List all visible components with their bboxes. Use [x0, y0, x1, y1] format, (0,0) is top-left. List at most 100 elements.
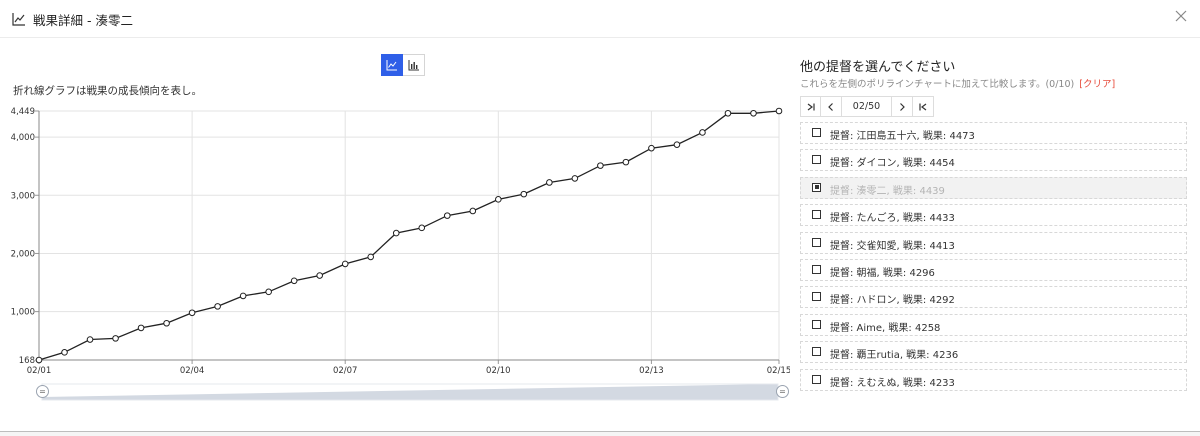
data-point	[673, 141, 681, 148]
data-point	[622, 158, 630, 166]
data-point	[86, 336, 94, 343]
zoom-slider-start-handle[interactable]: =	[36, 385, 49, 398]
chart-type-toggle	[381, 54, 425, 77]
clear-link[interactable]: [クリア]	[1079, 79, 1115, 90]
chart-description: 折れ線グラフは戦果の成長傾向を表し。	[13, 85, 202, 97]
admiral-list-item[interactable]: 提督: 交雀知愛, 戦果: 4413	[800, 231, 1187, 254]
data-point	[61, 349, 68, 356]
data-point	[546, 179, 553, 186]
prev-page-button[interactable]	[821, 96, 842, 117]
admiral-list-item[interactable]: 提督: ハドロン, 戦果: 4292	[800, 286, 1187, 309]
admiral-label: 提督: ダイコン, 戦果: 4454	[830, 158, 955, 170]
data-point	[35, 356, 43, 364]
x-tick-label: 02/15	[767, 366, 790, 376]
checkbox[interactable]	[812, 264, 821, 274]
data-point	[750, 109, 757, 117]
last-page-button[interactable]	[913, 96, 934, 117]
data-point	[571, 175, 579, 182]
data-point	[214, 303, 221, 310]
y-tick-label: 4,449	[11, 107, 35, 117]
admiral-list-item[interactable]: 提督: 朝福, 戦果: 4296	[800, 258, 1187, 281]
data-point	[699, 129, 706, 136]
y-tick-label: 3,000	[11, 191, 35, 201]
x-tick-label: 02/07	[333, 366, 358, 376]
admiral-list-item[interactable]: 提督: Aime, 戦果: 4258	[800, 313, 1187, 336]
data-point	[112, 335, 119, 342]
compare-subtitle-text: これらを左側のポリラインチャートに加えて比較します。(0/10)	[800, 79, 1075, 90]
first-page-button[interactable]	[800, 96, 821, 117]
line-chart[interactable]: 168 1,000 2,000 3,000 4,000 4,449 02/01 02/04 02…	[0, 100, 790, 382]
compare-panel: 他の提督を選んでください これらを左側のポリラインチャートに加えて比較します。(…	[800, 38, 1190, 436]
page-info: 02/50	[842, 96, 892, 117]
admiral-label: 提督: ハドロン, 戦果: 4292	[830, 295, 955, 307]
close-icon[interactable]	[1174, 9, 1188, 23]
x-tick-label: 02/04	[180, 366, 205, 376]
compare-title: 他の提督を選んでください	[800, 60, 956, 75]
zoom-slider-end-handle[interactable]: =	[776, 385, 789, 398]
data-point	[418, 224, 426, 232]
checkbox[interactable]	[812, 292, 821, 302]
x-tick-label: 02/13	[639, 366, 664, 376]
admiral-list-item[interactable]: 提督: 江田島五十六, 戦果: 4473	[800, 122, 1187, 144]
bar-chart-icon	[408, 60, 419, 71]
admiral-list-item[interactable]: 提督: えむえぬ, 戦果: 4233	[800, 368, 1187, 391]
bar-chart-button[interactable]	[403, 54, 425, 76]
data-point	[495, 196, 502, 203]
x-tick-label: 02/10	[486, 366, 511, 376]
data-point	[367, 253, 375, 261]
admiral-list-item[interactable]: 提督: ダイコン, 戦果: 4454	[800, 149, 1187, 172]
dialog-title: 戦果詳細 - 湊零二	[33, 13, 133, 28]
zoom-slider-track	[41, 383, 779, 401]
data-point	[392, 229, 400, 237]
data-point	[597, 162, 604, 169]
checkbox[interactable]	[812, 128, 821, 137]
data-point	[188, 309, 196, 317]
next-page-button[interactable]	[892, 96, 913, 117]
y-tick-label: 1,000	[11, 308, 35, 318]
last-page-icon	[919, 103, 927, 110]
admiral-label: 提督: たんごろ, 戦果: 4433	[830, 213, 955, 225]
admiral-list-item: 提督: 湊零二, 戦果: 4439	[800, 176, 1187, 199]
data-point	[443, 212, 451, 219]
y-tick-label: 2,000	[11, 249, 35, 259]
checkbox[interactable]	[812, 210, 821, 220]
data-point	[316, 272, 323, 279]
x-tick-label: 02/01	[27, 366, 52, 376]
line-chart-button[interactable]	[381, 54, 403, 76]
checkbox[interactable]	[812, 319, 821, 329]
pagination: 02/50	[800, 96, 934, 117]
checkbox[interactable]	[812, 237, 821, 247]
data-point	[341, 260, 349, 268]
data-point	[648, 144, 655, 152]
admiral-label: 提督: 江田島五十六, 戦果: 4473	[830, 131, 975, 142]
checkbox[interactable]	[812, 374, 821, 384]
dialog-header: 戦果詳細 - 湊零二	[0, 0, 1200, 38]
chart-panel: 折れ線グラフは戦果の成長傾向を表し。 168 1,000 2,000 3,000 4,0…	[0, 38, 790, 436]
data-point	[239, 292, 247, 300]
data-point	[290, 277, 298, 285]
data-point	[520, 190, 528, 198]
checkbox	[812, 182, 821, 192]
admiral-label: 提督: 湊零二, 戦果: 4439	[830, 185, 945, 197]
compare-subtitle: これらを左側のポリラインチャートに加えて比較します。(0/10) [クリア]	[800, 76, 1115, 90]
data-point	[265, 288, 272, 296]
admiral-label: 提督: Aime, 戦果: 4258	[830, 322, 941, 334]
admiral-list: 提督: 江田島五十六, 戦果: 4473 提督: ダイコン, 戦果: 4454 提督…	[800, 122, 1187, 396]
data-point	[469, 207, 477, 215]
admiral-label: 提督: 交雀知愛, 戦果: 4413	[830, 240, 955, 252]
zoom-slider[interactable]: = =	[36, 381, 789, 401]
data-point	[137, 324, 145, 332]
first-page-icon	[807, 103, 815, 110]
admiral-list-item[interactable]: 提督: 覇王rutia, 戦果: 4236	[800, 341, 1187, 364]
admiral-label: 提督: えむえぬ, 戦果: 4233	[830, 377, 955, 389]
admiral-list-item[interactable]: 提督: たんごろ, 戦果: 4433	[800, 204, 1187, 227]
prev-page-icon	[828, 102, 833, 111]
checkbox[interactable]	[812, 155, 821, 165]
line-chart-icon	[12, 13, 25, 26]
series-line	[38, 110, 780, 361]
y-tick-label: 4,000	[11, 133, 35, 143]
next-page-icon	[900, 102, 905, 111]
checkbox[interactable]	[812, 347, 821, 357]
data-point	[775, 107, 783, 115]
dialog-bottom-edge	[0, 431, 1200, 436]
